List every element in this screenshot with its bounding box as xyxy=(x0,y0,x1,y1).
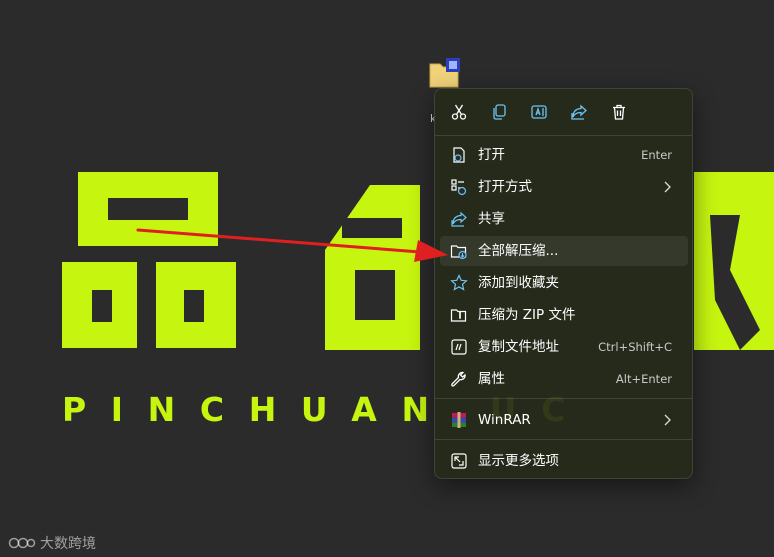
cut-button[interactable] xyxy=(444,97,474,127)
share-icon xyxy=(451,211,467,227)
menu-item-share[interactable]: 共享 xyxy=(440,204,688,234)
menu-item-label: 复制文件地址 xyxy=(478,339,559,355)
rename-button[interactable] xyxy=(524,97,554,127)
open-with-icon xyxy=(451,179,467,196)
menu-item-shortcut: Ctrl+Shift+C xyxy=(598,340,672,354)
menu-item-properties[interactable]: 属性 Alt+Enter xyxy=(440,364,688,394)
menu-item-open-with[interactable]: 打开方式 xyxy=(440,172,688,202)
menu-item-copy-path[interactable]: 复制文件地址 Ctrl+Shift+C xyxy=(440,332,688,362)
chevron-right-icon xyxy=(664,181,671,193)
menu-item-label: 添加到收藏夹 xyxy=(478,275,559,291)
menu-item-shortcut: Alt+Enter xyxy=(615,372,672,386)
watermark-text: 大数跨境 xyxy=(40,536,96,552)
desktop-zip-file-icon[interactable] xyxy=(428,58,464,90)
cut-icon xyxy=(451,104,467,120)
chevron-right-icon xyxy=(664,414,671,426)
star-icon xyxy=(450,274,468,291)
menu-item-extract-all[interactable]: 全部解压缩... xyxy=(440,236,688,266)
watermark: 大数跨境 xyxy=(8,533,96,553)
context-menu: 打开 Enter 打开方式 共享 全部解压缩... 添加到收藏夹 压缩为 ZIP… xyxy=(434,88,693,479)
extract-all-icon xyxy=(450,245,467,260)
context-menu-toolbar xyxy=(435,89,692,135)
menu-divider xyxy=(435,398,692,399)
watermark-logo-icon xyxy=(8,537,36,549)
menu-divider xyxy=(435,439,692,440)
winrar-icon xyxy=(452,412,466,428)
rename-icon xyxy=(531,105,547,119)
menu-item-shortcut: Enter xyxy=(641,148,672,162)
menu-item-add-to-favorites[interactable]: 添加到收藏夹 xyxy=(440,268,688,298)
open-icon xyxy=(453,147,465,163)
menu-item-compress-zip[interactable]: 压缩为 ZIP 文件 xyxy=(440,300,688,330)
toolbar-divider xyxy=(435,135,692,136)
menu-item-show-more-options[interactable]: 显示更多选项 xyxy=(440,446,688,476)
menu-item-label: 打开方式 xyxy=(478,179,532,195)
menu-item-label: 属性 xyxy=(478,371,505,387)
share-button[interactable] xyxy=(564,97,594,127)
copy-button[interactable] xyxy=(484,97,514,127)
menu-item-label: WinRAR xyxy=(478,412,531,428)
menu-item-winrar[interactable]: WinRAR xyxy=(440,405,688,435)
menu-item-open[interactable]: 打开 Enter xyxy=(440,140,688,170)
copy-icon xyxy=(493,104,506,120)
menu-item-label: 全部解压缩... xyxy=(478,243,559,259)
delete-button[interactable] xyxy=(604,97,634,127)
show-more-options-icon xyxy=(451,453,467,469)
zip-folder-icon xyxy=(450,309,467,322)
menu-item-label: 共享 xyxy=(478,211,505,227)
menu-item-label: 打开 xyxy=(478,147,505,163)
copy-path-icon xyxy=(451,339,467,355)
menu-item-label: 显示更多选项 xyxy=(478,453,559,469)
delete-icon xyxy=(613,104,625,120)
menu-item-label: 压缩为 ZIP 文件 xyxy=(478,307,576,323)
properties-icon xyxy=(451,371,466,387)
share-icon xyxy=(571,104,587,120)
